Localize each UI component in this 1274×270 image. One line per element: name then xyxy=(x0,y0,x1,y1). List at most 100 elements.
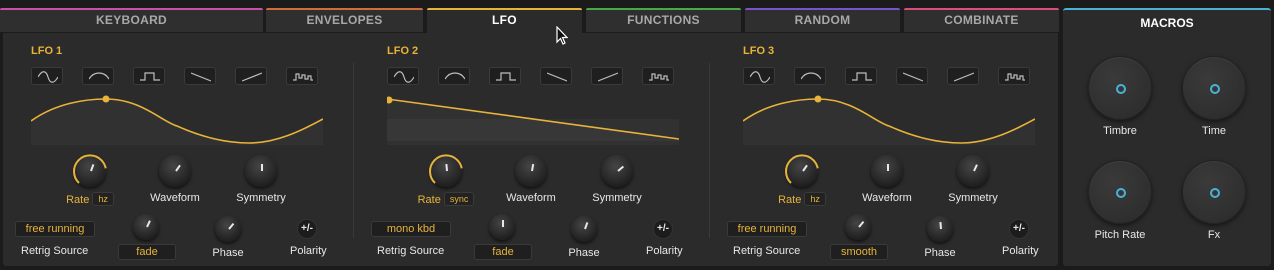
knob-ring xyxy=(785,154,819,184)
shape-button[interactable] xyxy=(489,67,521,85)
tab-random[interactable]: RANDOM xyxy=(745,8,900,32)
macros-panel: MACROS Timbre Time Pitch Rate Fx xyxy=(1063,8,1271,266)
tab-combinate[interactable]: COMBINATE xyxy=(904,8,1059,32)
fade-control xyxy=(813,214,903,240)
rate-knob[interactable] xyxy=(785,154,819,187)
knob-indicator xyxy=(175,164,181,172)
fade-knob[interactable] xyxy=(133,214,159,240)
shape-button[interactable] xyxy=(591,67,623,85)
shape-button[interactable] xyxy=(845,67,877,85)
symmetry-knob[interactable] xyxy=(245,155,277,187)
knob-indicator xyxy=(858,220,865,228)
macro-knob[interactable] xyxy=(1088,160,1152,224)
shape-button[interactable] xyxy=(794,67,826,85)
knob-indicator xyxy=(939,221,942,230)
tab-keyboard[interactable]: KEYBOARD xyxy=(0,8,263,32)
macro-fx[interactable]: Fx xyxy=(1164,160,1264,241)
waveform-knob[interactable] xyxy=(871,155,903,187)
sine-icon xyxy=(394,71,414,83)
phase-control: Phase xyxy=(539,216,629,259)
retrig-mode-select[interactable]: smooth xyxy=(830,244,888,260)
waveform-knob[interactable] xyxy=(159,155,191,187)
phase-label: Phase xyxy=(568,247,600,259)
rate-unit-button[interactable]: sync xyxy=(443,192,475,206)
ramp-down-icon xyxy=(903,72,923,82)
waveform-knob[interactable] xyxy=(515,155,547,187)
shape-button[interactable] xyxy=(184,67,216,85)
tab-envelopes[interactable]: ENVELOPES xyxy=(266,8,423,32)
rate-knob[interactable] xyxy=(429,154,463,187)
macro-knob[interactable] xyxy=(1088,56,1152,120)
shape-button[interactable] xyxy=(947,67,979,85)
rate-knob[interactable] xyxy=(73,154,107,187)
macro-label: Fx xyxy=(1207,229,1221,241)
shape-button[interactable] xyxy=(540,67,572,85)
knob-indicator xyxy=(584,222,589,230)
lfo-title: LFO 2 xyxy=(387,45,419,57)
rate-label-row: Rate hz xyxy=(757,192,847,206)
mouse-cursor-icon xyxy=(556,26,568,45)
lfo-3: LFO 3 Rate hz Waveform Symmetry free running R… xyxy=(727,33,1059,266)
symmetry-label: Symmetry xyxy=(948,192,998,204)
lfo-waveform-display[interactable] xyxy=(31,95,323,145)
symmetry-control: Symmetry xyxy=(928,155,1018,204)
phase-knob[interactable] xyxy=(927,216,953,242)
fade-knob[interactable] xyxy=(845,214,871,240)
shape-button[interactable] xyxy=(438,67,470,85)
symmetry-knob[interactable] xyxy=(957,155,989,187)
phase-knob[interactable] xyxy=(571,216,597,242)
rate-control: Rate sync xyxy=(401,154,491,206)
symmetry-label: Symmetry xyxy=(592,192,642,204)
shape-button[interactable] xyxy=(896,67,928,85)
macro-knob[interactable] xyxy=(1182,56,1246,120)
phase-dot[interactable] xyxy=(814,95,822,103)
soft-sine-icon xyxy=(801,72,821,80)
rate-unit-button[interactable]: hz xyxy=(804,192,826,206)
random-steps-icon xyxy=(649,73,669,81)
knob-indicator xyxy=(531,163,535,172)
fade-knob[interactable] xyxy=(489,214,515,240)
shape-button[interactable] xyxy=(998,67,1030,85)
shape-button[interactable] xyxy=(642,67,674,85)
shape-button[interactable] xyxy=(387,67,419,85)
retrig-source-select[interactable]: mono kbd xyxy=(371,221,451,237)
fade-control xyxy=(101,214,191,240)
polarity-toggle[interactable]: +/- xyxy=(653,219,673,239)
retrig-source-select[interactable]: free running xyxy=(727,221,807,237)
knob-indicator xyxy=(146,220,151,228)
module-tabs: KEYBOARD ENVELOPES LFO FUNCTIONS RANDOM … xyxy=(0,0,1060,35)
waveform-control: Waveform xyxy=(486,155,576,204)
tab-functions[interactable]: FUNCTIONS xyxy=(586,8,741,32)
macro-time[interactable]: Time xyxy=(1164,56,1264,137)
lfo-waveform-display[interactable] xyxy=(743,95,1035,145)
phase-dot[interactable] xyxy=(102,95,110,103)
lfo-title: LFO 1 xyxy=(31,45,63,57)
symmetry-knob[interactable] xyxy=(601,155,633,187)
retrig-mode-select[interactable]: fade xyxy=(474,244,532,260)
lfo-title: LFO 3 xyxy=(743,45,775,57)
polarity-toggle[interactable]: +/- xyxy=(297,219,317,239)
divider xyxy=(709,63,710,238)
lfo-waveform-display[interactable] xyxy=(387,95,679,145)
shape-button[interactable] xyxy=(743,67,775,85)
shape-button[interactable] xyxy=(31,67,63,85)
rate-unit-button[interactable]: hz xyxy=(92,192,114,206)
retrig-mode-select[interactable]: fade xyxy=(118,244,176,260)
polarity-label: Polarity xyxy=(290,245,327,257)
macro-knob[interactable] xyxy=(1182,160,1246,224)
rate-control: Rate hz xyxy=(757,154,847,206)
shape-button[interactable] xyxy=(82,67,114,85)
shape-button[interactable] xyxy=(133,67,165,85)
knob-indicator xyxy=(502,220,504,227)
retrig-source-select[interactable]: free running xyxy=(15,221,95,237)
waveform-control: Waveform xyxy=(842,155,932,204)
polarity-label: Polarity xyxy=(1002,245,1039,257)
macro-timbre[interactable]: Timbre xyxy=(1070,56,1170,137)
ramp-up-icon xyxy=(242,72,262,82)
waveform-label: Waveform xyxy=(506,192,556,204)
phase-knob[interactable] xyxy=(215,216,241,242)
shape-button[interactable] xyxy=(235,67,267,85)
shape-button[interactable] xyxy=(286,67,318,85)
macro-pitch-rate[interactable]: Pitch Rate xyxy=(1070,160,1170,241)
polarity-toggle[interactable]: +/- xyxy=(1009,219,1029,239)
